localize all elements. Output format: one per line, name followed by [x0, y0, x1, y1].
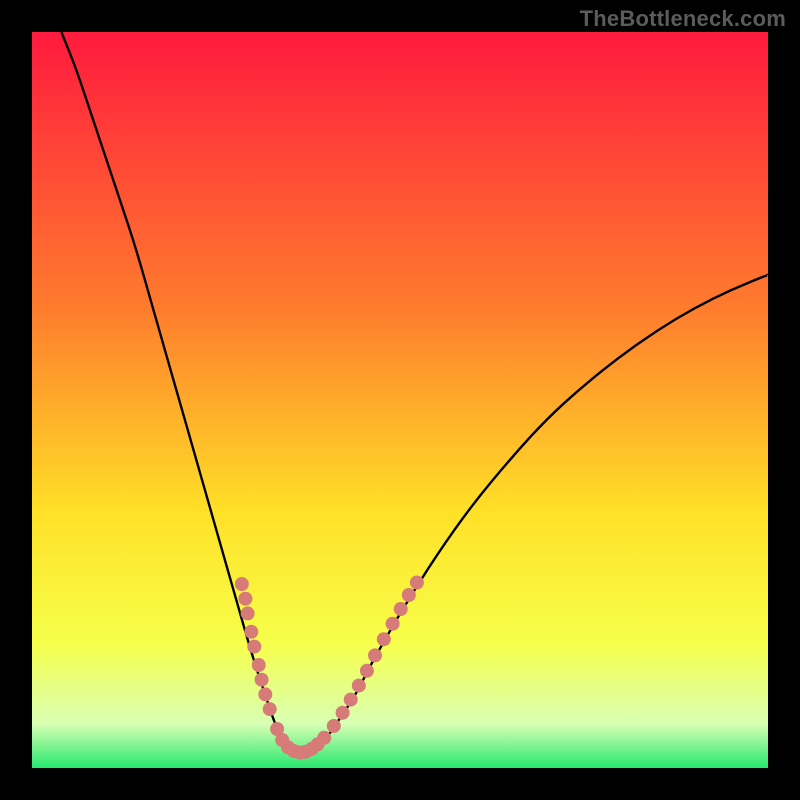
cluster-dot	[344, 693, 358, 707]
cluster-dot	[317, 731, 331, 745]
cluster-dot	[247, 640, 261, 654]
cluster-dot	[352, 679, 366, 693]
cluster-dot	[241, 606, 255, 620]
cluster-dot	[410, 576, 424, 590]
cluster-dot	[235, 577, 249, 591]
cluster-dot	[252, 658, 266, 672]
chart-frame: TheBottleneck.com	[0, 0, 800, 800]
cluster-dot	[368, 648, 382, 662]
cluster-dot	[402, 588, 416, 602]
cluster-dot	[238, 592, 252, 606]
cluster-dot	[244, 625, 258, 639]
cluster-dot	[377, 632, 391, 646]
cluster-dot	[386, 617, 400, 631]
cluster-dot	[258, 687, 272, 701]
watermark-text: TheBottleneck.com	[580, 6, 786, 32]
cluster-dot	[327, 719, 341, 733]
cluster-dot	[360, 664, 374, 678]
cluster-dot	[255, 673, 269, 687]
gradient-background	[32, 32, 768, 768]
cluster-dot	[394, 602, 408, 616]
chart-svg	[32, 32, 768, 768]
cluster-dot	[336, 706, 350, 720]
cluster-dot	[263, 702, 277, 716]
plot-area	[32, 32, 768, 768]
